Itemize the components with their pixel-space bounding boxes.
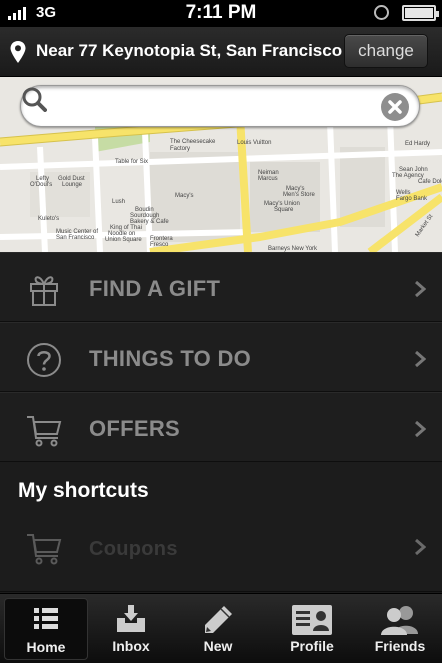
chevron-right-icon [415, 280, 426, 298]
tab-home[interactable]: Home [4, 598, 88, 660]
clear-search-icon[interactable] [381, 93, 409, 121]
tab-inbox[interactable]: Inbox [89, 598, 173, 660]
inbox-icon [117, 605, 145, 632]
svg-text:O'Doul's: O'Doul's [30, 182, 52, 188]
tab-label: Profile [290, 638, 334, 654]
search-input[interactable] [61, 92, 381, 122]
location-pin-icon [10, 41, 26, 63]
gift-icon [30, 276, 58, 306]
tab-label: Home [26, 639, 66, 655]
svg-text:Union Square: Union Square [105, 237, 142, 243]
alarm-clock-icon [374, 5, 389, 20]
tab-new[interactable]: New [176, 598, 260, 660]
shortcut-item-coupons[interactable]: Coupons [0, 514, 442, 592]
current-location: Near 77 Keynotopia St, San Francisco [36, 41, 343, 60]
menu-item-label: THINGS TO DO [89, 346, 252, 371]
battery-icon [402, 5, 439, 21]
shortcuts-header: My shortcuts [0, 462, 442, 514]
chevron-right-icon [415, 350, 426, 368]
search-bar[interactable] [20, 85, 420, 127]
list-icon [34, 608, 58, 629]
pencil-icon [205, 606, 232, 633]
cart-icon [27, 416, 62, 447]
menu-item-things-to-do[interactable]: THINGS TO DO [0, 322, 442, 392]
status-bar: 3G 7:11 PM [0, 0, 442, 27]
tab-label: Inbox [112, 638, 150, 654]
svg-text:The Cheesecake: The Cheesecake [170, 139, 216, 145]
svg-text:Lounge: Lounge [62, 182, 83, 188]
map-view[interactable]: The Cheesecake Factory Louis Vuitton Ed H… [0, 77, 442, 252]
svg-text:Fresco: Fresco [150, 242, 169, 248]
tab-profile[interactable]: Profile [270, 598, 354, 660]
menu-item-label: OFFERS [89, 416, 181, 441]
svg-text:Men's Store: Men's Store [283, 192, 315, 198]
svg-text:Ed Hardy: Ed Hardy [405, 141, 430, 147]
svg-text:Louis Vuitton: Louis Vuitton [237, 140, 271, 146]
svg-text:Square: Square [274, 207, 294, 213]
shortcut-item-label: Coupons [89, 538, 178, 560]
search-icon [22, 87, 47, 112]
svg-text:Fargo Bank: Fargo Bank [396, 196, 428, 202]
cart-icon [27, 534, 62, 565]
svg-text:Marcus: Marcus [258, 176, 278, 182]
svg-text:Kuleto's: Kuleto's [38, 216, 59, 222]
svg-text:Factory: Factory [170, 146, 190, 152]
menu-item-label: FIND A GIFT [89, 276, 221, 301]
svg-text:Macy's: Macy's [175, 193, 193, 199]
menu-item-find-a-gift[interactable]: FIND A GIFT [0, 252, 442, 322]
tab-label: Friends [374, 638, 426, 654]
location-bar: Near 77 Keynotopia St, San Francisco cha… [0, 27, 442, 77]
chevron-right-icon [415, 420, 426, 438]
svg-text:Lush: Lush [112, 199, 125, 205]
tab-friends[interactable]: Friends [358, 598, 442, 660]
friends-icon [381, 606, 418, 635]
svg-text:Cafe Dolci: Cafe Dolci [418, 179, 442, 185]
svg-text:San Francisco: San Francisco [56, 235, 95, 241]
shortcuts-title: My shortcuts [18, 479, 149, 502]
svg-text:Table for Six: Table for Six [115, 159, 148, 165]
id-card-icon [292, 605, 332, 635]
tab-label: New [203, 638, 233, 654]
chevron-right-icon [415, 538, 426, 556]
tab-bar: Home Inbox New Profile Friends [0, 593, 442, 663]
menu-item-offers[interactable]: OFFERS [0, 392, 442, 462]
change-location-button[interactable]: change [344, 34, 428, 68]
question-icon [27, 343, 61, 377]
